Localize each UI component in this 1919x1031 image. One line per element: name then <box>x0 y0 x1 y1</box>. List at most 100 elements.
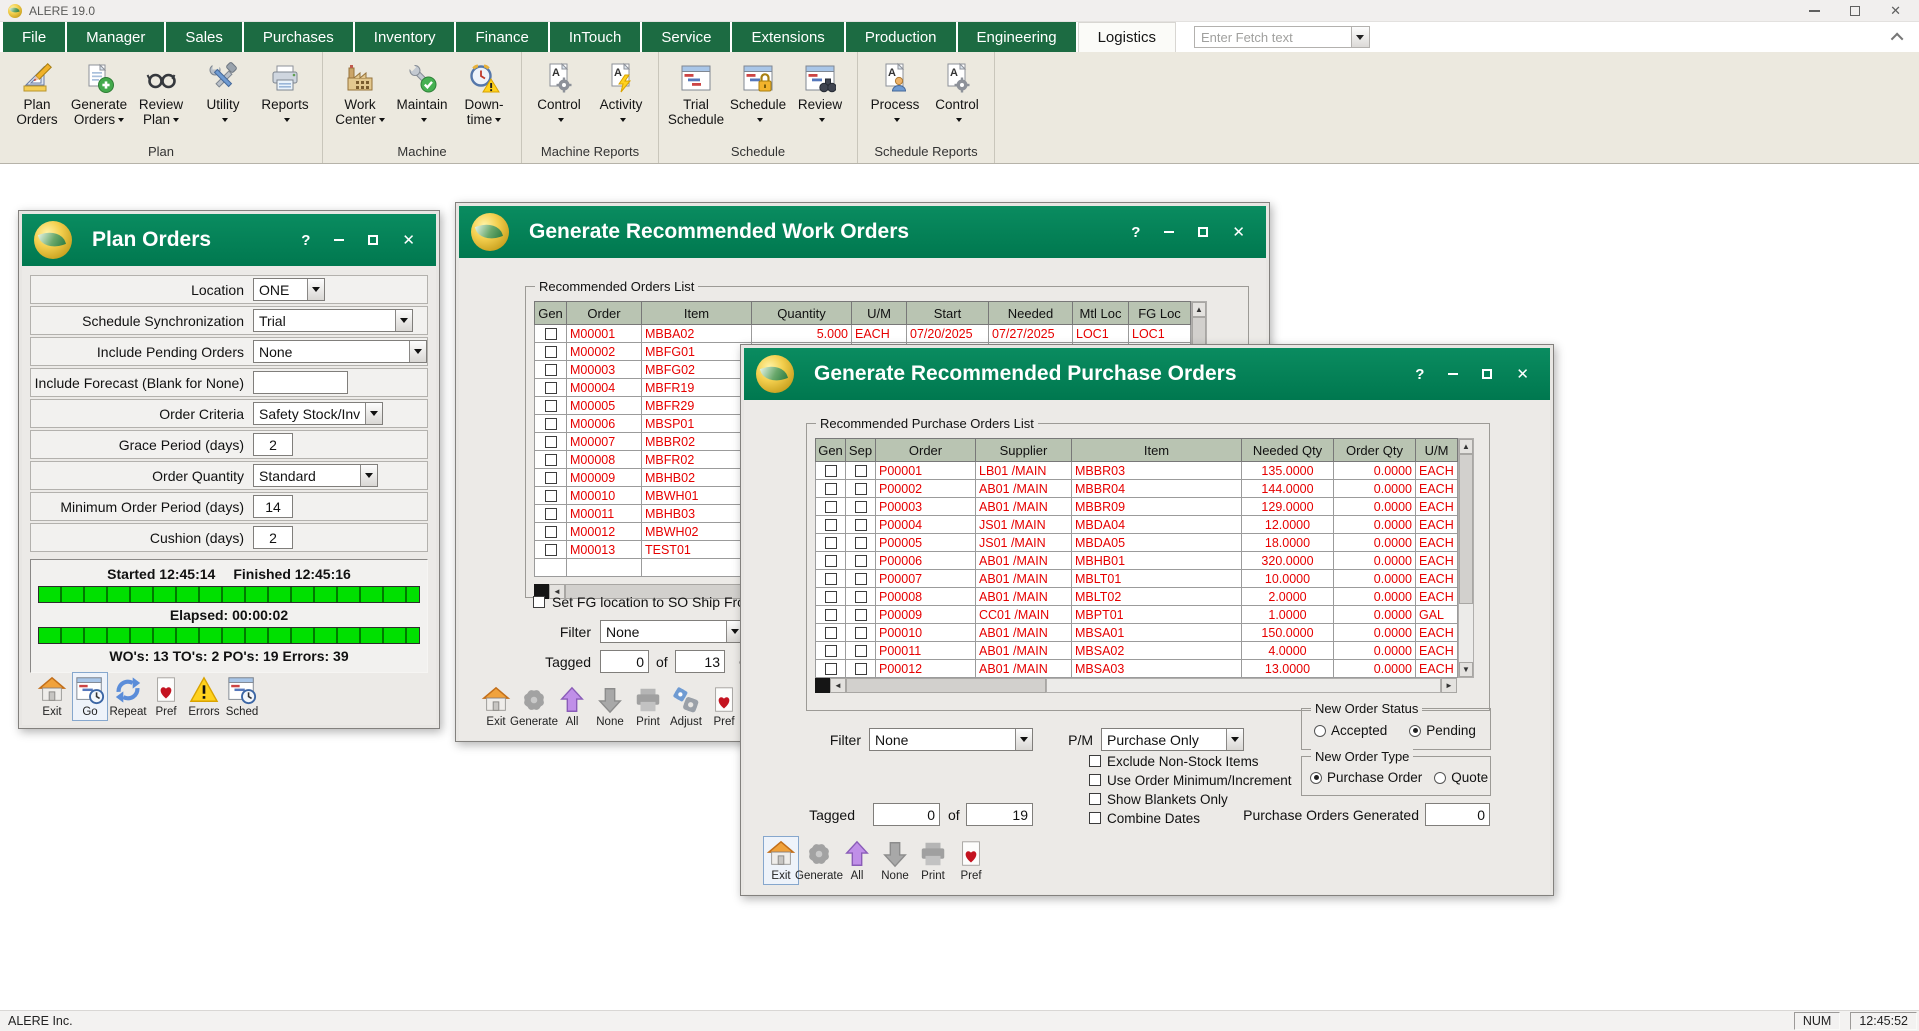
pref-button[interactable]: Pref <box>149 673 183 720</box>
gen-checkbox-cell[interactable] <box>535 343 567 361</box>
process-button[interactable]: A Process <box>864 59 926 127</box>
sep-checkbox-cell[interactable] <box>846 624 876 642</box>
order-cell[interactable]: P00009 <box>876 606 976 624</box>
include-pending-combobox[interactable]: None <box>253 340 427 363</box>
order-cell[interactable]: P00005 <box>876 534 976 552</box>
um-cell[interactable]: EACH <box>1416 570 1458 588</box>
cushion-input[interactable]: 2 <box>253 526 293 549</box>
window-close-button[interactable]: ✕ <box>1890 4 1901 17</box>
utility-button[interactable]: Utility <box>192 59 254 127</box>
gen-checkbox[interactable] <box>825 645 837 657</box>
order-cell[interactable]: M00011 <box>567 505 642 523</box>
supplier-cell[interactable]: AB01 /MAIN <box>976 498 1072 516</box>
order-cell[interactable]: P00001 <box>876 462 976 480</box>
item-cell[interactable]: MBFR19 <box>642 379 752 397</box>
option-checkbox-row[interactable]: Exclude Non-Stock Items <box>1089 752 1292 770</box>
order-cell[interactable]: P00006 <box>876 552 976 570</box>
order-cell[interactable]: P00011 <box>876 642 976 660</box>
item-cell[interactable]: TEST01 <box>642 541 752 559</box>
supplier-cell[interactable]: AB01 /MAIN <box>976 570 1072 588</box>
fetch-combobox[interactable] <box>1194 26 1370 48</box>
filter-combobox[interactable]: None <box>869 728 1033 751</box>
sep-checkbox-cell[interactable] <box>846 570 876 588</box>
order-cell[interactable]: M00007 <box>567 433 642 451</box>
gen-checkbox-cell[interactable] <box>535 415 567 433</box>
gen-checkbox-cell[interactable] <box>535 397 567 415</box>
option-checkbox[interactable] <box>1089 774 1101 786</box>
supplier-cell[interactable]: AB01 /MAIN <box>976 660 1072 678</box>
sep-checkbox-cell[interactable] <box>846 660 876 678</box>
horizontal-scrollbar[interactable]: ◄ ► <box>815 678 1457 693</box>
gen-checkbox[interactable] <box>545 454 557 466</box>
gen-checkbox-cell[interactable] <box>816 552 846 570</box>
table-row[interactable]: P00009 CC01 /MAIN MBPT01 1.0000 0.0000 G… <box>816 606 1458 624</box>
gen-checkbox-cell[interactable] <box>816 480 846 498</box>
item-cell[interactable]: MBFR02 <box>642 451 752 469</box>
order-qty-cell[interactable]: 0.0000 <box>1334 462 1416 480</box>
pref-button[interactable]: Pref <box>707 683 741 730</box>
table-row[interactable]: P00002 AB01 /MAIN MBBR04 144.0000 0.0000… <box>816 480 1458 498</box>
needed-qty-cell[interactable]: 2.0000 <box>1242 588 1334 606</box>
fetch-dropdown-icon[interactable] <box>1351 27 1369 47</box>
um-cell[interactable]: EACH <box>1416 624 1458 642</box>
gen-checkbox[interactable] <box>825 501 837 513</box>
sep-checkbox[interactable] <box>855 537 867 549</box>
schedule-control-button[interactable]: A Control <box>926 59 988 127</box>
dialog-close-button[interactable]: ✕ <box>1516 367 1529 382</box>
gen-checkbox-cell[interactable] <box>535 487 567 505</box>
ribbon-tab[interactable]: Purchases <box>244 22 353 52</box>
gen-checkbox-cell[interactable] <box>816 570 846 588</box>
pending-radio[interactable] <box>1409 725 1421 737</box>
gen-checkbox[interactable] <box>545 346 557 358</box>
fg-location-checkbox[interactable] <box>533 596 545 608</box>
item-cell[interactable]: MBLT01 <box>1072 570 1242 588</box>
dropdown-arrow-icon[interactable] <box>307 279 324 300</box>
gen-checkbox-cell[interactable] <box>816 660 846 678</box>
gen-checkbox-cell[interactable] <box>535 469 567 487</box>
item-cell[interactable]: MBWH02 <box>642 523 752 541</box>
option-checkbox[interactable] <box>1089 755 1101 767</box>
needed-qty-cell[interactable]: 135.0000 <box>1242 462 1334 480</box>
down-time-button[interactable]: Down- time <box>453 59 515 127</box>
gen-checkbox[interactable] <box>825 537 837 549</box>
generate-button[interactable]: Generate <box>517 683 551 730</box>
order-cell[interactable]: M00004 <box>567 379 642 397</box>
dialog-maximize-button[interactable] <box>368 235 378 245</box>
needed-cell[interactable]: 07/27/2025 <box>989 325 1073 343</box>
dialog-maximize-button[interactable] <box>1482 369 1492 379</box>
needed-qty-cell[interactable]: 320.0000 <box>1242 552 1334 570</box>
gen-checkbox-cell[interactable] <box>535 379 567 397</box>
gen-checkbox-cell[interactable] <box>816 534 846 552</box>
sep-checkbox-cell[interactable] <box>846 516 876 534</box>
table-row[interactable]: M00001 MBBA02 5.000 EACH 07/20/2025 07/2… <box>535 325 1191 343</box>
gen-checkbox[interactable] <box>545 418 557 430</box>
table-row[interactable]: P00004 JS01 /MAIN MBDA04 12.0000 0.0000 … <box>816 516 1458 534</box>
supplier-cell[interactable]: AB01 /MAIN <box>976 480 1072 498</box>
needed-qty-cell[interactable]: 129.0000 <box>1242 498 1334 516</box>
supplier-cell[interactable]: JS01 /MAIN <box>976 516 1072 534</box>
purchase-order-radio[interactable] <box>1310 772 1322 784</box>
ribbon-collapse-icon[interactable] <box>1891 32 1904 45</box>
gen-checkbox[interactable] <box>825 465 837 477</box>
um-cell[interactable]: EACH <box>1416 480 1458 498</box>
item-cell[interactable]: MBFG02 <box>642 361 752 379</box>
item-cell[interactable]: MBHB03 <box>642 505 752 523</box>
um-cell[interactable]: EACH <box>1416 534 1458 552</box>
ribbon-tab[interactable]: Engineering <box>958 22 1076 52</box>
supplier-cell[interactable]: AB01 /MAIN <box>976 552 1072 570</box>
order-qty-cell[interactable]: 0.0000 <box>1334 552 1416 570</box>
purchase-orders-dialog-header[interactable]: Generate Recommended Purchase Orders ? ✕ <box>744 348 1550 400</box>
item-cell[interactable]: MBLT02 <box>1072 588 1242 606</box>
window-minimize-button[interactable] <box>1809 10 1820 12</box>
table-row[interactable]: P00011 AB01 /MAIN MBSA02 4.0000 0.0000 E… <box>816 642 1458 660</box>
sep-checkbox-cell[interactable] <box>846 462 876 480</box>
supplier-cell[interactable]: AB01 /MAIN <box>976 624 1072 642</box>
option-checkbox[interactable] <box>1089 812 1101 824</box>
item-cell[interactable]: MBSA02 <box>1072 642 1242 660</box>
needed-qty-cell[interactable]: 150.0000 <box>1242 624 1334 642</box>
quote-radio[interactable] <box>1434 772 1446 784</box>
tag-none-button[interactable]: None <box>878 837 912 884</box>
go-button[interactable]: Go <box>73 673 107 720</box>
item-cell[interactable]: MBSA03 <box>1072 660 1242 678</box>
sep-checkbox[interactable] <box>855 483 867 495</box>
